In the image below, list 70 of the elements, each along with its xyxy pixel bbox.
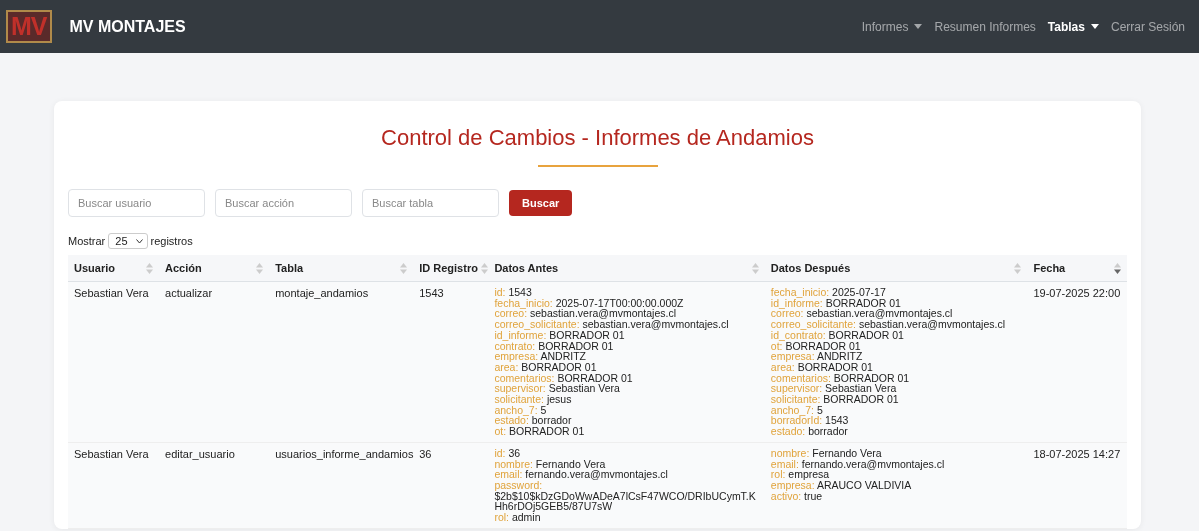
user-name: Sebastian Vera (74, 447, 149, 460)
caret-icon (1090, 24, 1099, 29)
column-header[interactable]: Datos Antes (488, 255, 765, 282)
data-field: ot: BORRADOR 01 (494, 426, 759, 437)
data-field: nombre: Fernando Vera (494, 458, 759, 470)
date-text: 18-07-2025 14:27 (1033, 447, 1121, 460)
search-field[interactable]: Buscar usuario (68, 189, 205, 217)
data-field: email: fernando.vera@mvmontajes.cl (494, 469, 759, 480)
data-field: ancho_7: 5 (494, 404, 759, 416)
page-title: Control de Cambios - Informes de Andamios (381, 125, 814, 152)
date-text: 19-07-2025 22:00 (1033, 287, 1121, 299)
data-field: email: fernando.vera@mvmontajes.cl (770, 458, 1022, 470)
data-field: id: 36 (494, 447, 759, 459)
data-field: id_informe: BORRADOR 01 (494, 329, 759, 341)
nav-link[interactable]: Resumen Informes (932, 15, 1038, 38)
caret-icon (914, 24, 923, 29)
data-field: estado: borrador (770, 426, 1022, 437)
nav-link[interactable]: Tablas (1045, 15, 1101, 38)
column-header[interactable]: Fecha (1027, 255, 1127, 282)
data-field: area: BORRADOR 01 (770, 361, 1022, 373)
column-header[interactable]: Usuario (68, 255, 160, 282)
data-field: rol: empresa (770, 469, 1022, 480)
data-field: nombre: Fernando Vera (770, 447, 1022, 459)
column-header[interactable]: Tabla (269, 255, 414, 282)
data-field: solicitante: BORRADOR 01 (770, 394, 1022, 405)
page-length-select[interactable]: 25 (108, 233, 148, 249)
table-name: montaje_andamios (275, 287, 369, 299)
data-field: empresa: ANDRITZ (770, 351, 1022, 362)
data-field: correo: sebastian.vera@mvmontajes.cl (494, 308, 759, 320)
data-field: estado: borrador (494, 415, 759, 427)
data-field: id: 1543 (494, 287, 759, 298)
action-text: editar_usuario (165, 447, 235, 460)
chevron-icon (135, 238, 143, 244)
data-field: rol: admin (494, 512, 759, 523)
data-field: borradorId: 1543 (770, 415, 1022, 427)
data-field: fecha_inicio: 2025-07-17T00:00:00.000Z (494, 297, 759, 309)
data-field: activo: true (770, 490, 1022, 502)
data-field: comentarios: BORRADOR 01 (494, 372, 759, 384)
data-field: contrato: BORRADOR 01 (494, 340, 759, 352)
data-field: correo_solicitante: sebastian.vera@mvmontajes.cl (494, 319, 759, 330)
data-field: ot: BORRADOR 01 (770, 340, 1022, 352)
show-label: Mostrar (68, 235, 106, 247)
user-name: Sebastian Vera (74, 287, 149, 299)
data-field: area: BORRADOR 01 (494, 361, 759, 373)
data-field: fecha_inicio: 2025-07-17 (770, 287, 1022, 298)
data-field: comentarios: BORRADOR 01 (770, 372, 1022, 384)
column-header[interactable]: Acción (159, 255, 270, 282)
table-name: usuarios_informe_andamios (275, 447, 414, 460)
record-id: 36 (419, 447, 432, 460)
data-field: supervisor: Sebastian Vera (770, 383, 1022, 395)
brand-name[interactable]: MV MONTAJES (69, 17, 186, 36)
action-text: actualizar (165, 287, 213, 299)
search-button[interactable]: Buscar (509, 190, 573, 216)
record-id: 1543 (419, 287, 444, 299)
data-field: supervisor: Sebastian Vera (494, 383, 759, 395)
nav-link[interactable]: Cerrar Sesión (1108, 15, 1187, 38)
data-field: id_contrato: BORRADOR 01 (770, 329, 1022, 341)
column-header[interactable]: ID Registro (413, 255, 489, 282)
data-field: id_informe: BORRADOR 01 (770, 297, 1022, 309)
column-header[interactable]: Datos Después (764, 255, 1028, 282)
data-field: correo: sebastian.vera@mvmontajes.cl (770, 308, 1022, 320)
data-field: solicitante: jesus (494, 394, 759, 405)
nav-link[interactable]: Informes (859, 15, 925, 38)
data-field: correo_solicitante: sebastian.vera@mvmontajes.cl (770, 319, 1022, 330)
search-field[interactable]: Buscar acción (215, 189, 352, 217)
records-label: registros (150, 235, 193, 247)
data-field: empresa: ARAUCO VALDIVIA (770, 479, 1022, 491)
data-field: empresa: ANDRITZ (494, 351, 759, 362)
data-field: ancho_7: 5 (770, 404, 1022, 416)
search-field[interactable]: Buscar tabla (362, 189, 499, 217)
